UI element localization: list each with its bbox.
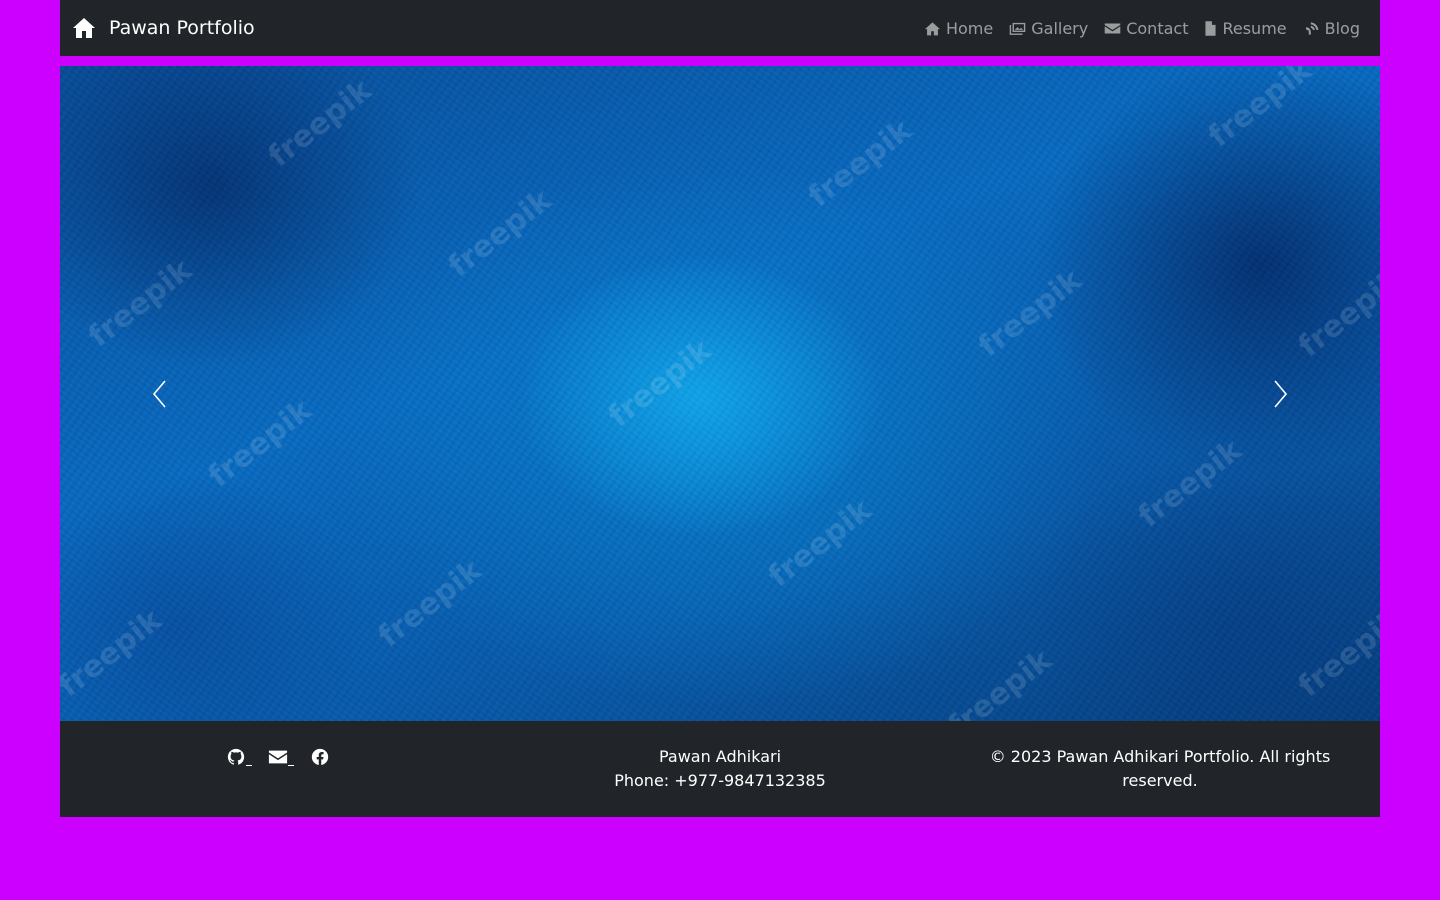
nav-contact-label: Contact (1126, 18, 1189, 38)
file-icon (1205, 20, 1217, 36)
footer-contact: Pawan Adhikari Phone: +977-9847132385 (500, 745, 940, 793)
home-icon (73, 18, 95, 38)
nav-links: Home Gallery Contact Resume Blog (924, 19, 1368, 38)
github-link[interactable] (226, 748, 252, 766)
footer-copyright: © 2023 Pawan Adhikari Portfolio. All rig… (989, 747, 1331, 790)
envelope-icon (1104, 23, 1121, 33)
social-links (226, 748, 330, 766)
footer-phone: Phone: +977-9847132385 (614, 771, 826, 790)
facebook-icon (311, 748, 329, 766)
navbar: Pawan Portfolio Home Gallery Contact Res… (60, 0, 1380, 56)
nav-gallery[interactable]: Gallery (1009, 19, 1088, 38)
home-icon (924, 21, 940, 35)
nav-home[interactable]: Home (924, 19, 993, 38)
footer-name: Pawan Adhikari (658, 747, 782, 766)
chevron-left-icon (152, 379, 166, 408)
nav-resume-label: Resume (1222, 18, 1287, 38)
nav-contact[interactable]: Contact (1104, 19, 1188, 38)
image-icon (1009, 22, 1026, 35)
brand-link[interactable]: Pawan Portfolio (72, 17, 255, 39)
carousel-next-button[interactable] (1180, 66, 1380, 721)
blog-icon (1305, 21, 1318, 35)
link-underline (288, 765, 294, 766)
facebook-link[interactable] (310, 748, 330, 766)
nav-blog-label: Blog (1324, 18, 1360, 38)
chevron-right-icon (1274, 379, 1288, 408)
email-link[interactable] (268, 748, 294, 766)
github-icon (227, 748, 245, 765)
link-underline (246, 765, 252, 766)
carousel-prev-button[interactable] (60, 66, 260, 721)
envelope-icon (268, 750, 288, 764)
hero-carousel: freepik freepik freepik freepik freepik … (60, 66, 1380, 721)
nav-home-label: Home (945, 18, 994, 38)
nav-blog[interactable]: Blog (1303, 19, 1360, 38)
brand-title: Pawan Portfolio (109, 17, 255, 39)
footer: Pawan Adhikari Phone: +977-9847132385 © … (60, 721, 1380, 817)
nav-resume[interactable]: Resume (1204, 18, 1287, 38)
nav-gallery-label: Gallery (1031, 18, 1089, 38)
